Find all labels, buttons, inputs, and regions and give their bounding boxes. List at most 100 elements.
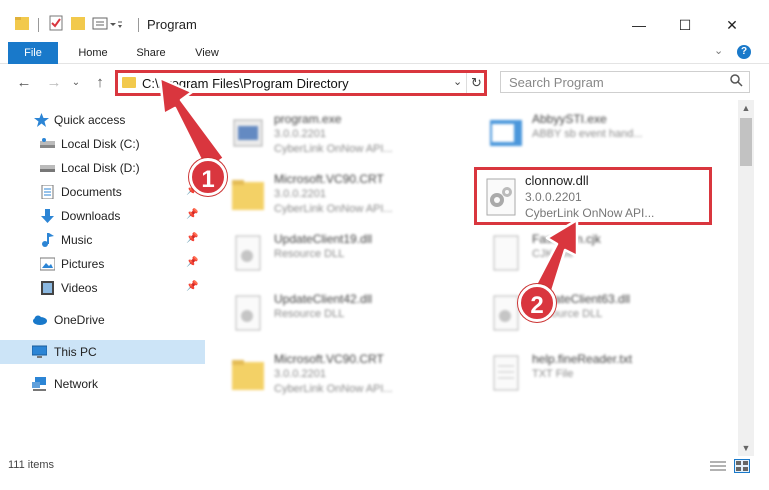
list-item[interactable]: AbbyySTI.exe ABBY sb event hand... [468, 106, 718, 166]
tab-home[interactable]: Home [70, 42, 116, 64]
drive-icon [40, 138, 55, 148]
tab-view[interactable]: View [184, 42, 230, 64]
scrollbar-thumb[interactable] [740, 118, 752, 166]
recent-locations-button[interactable]: ⌄ [66, 72, 86, 92]
window-title: Program [147, 17, 197, 32]
up-button[interactable]: ↑ [90, 72, 110, 92]
list-item[interactable]: FastScan.cjk CJK File [468, 226, 718, 286]
list-item[interactable]: Microsoft.VC90.CRT 3.0.0.2201 CyberLink … [210, 166, 460, 226]
executable-icon [490, 120, 522, 146]
file-name: AbbyySTI.exe [532, 112, 607, 126]
tab-file[interactable]: File [8, 42, 58, 64]
forward-arrow-icon: → [46, 73, 62, 91]
pin-icon[interactable]: 📌 [186, 209, 198, 220]
file-version: 3.0.0.2201 [525, 190, 582, 204]
list-item[interactable]: program.exe 3.0.0.2201 CyberLink OnNow A… [210, 106, 460, 166]
sidebar-item-onedrive[interactable]: OneDrive [0, 308, 205, 332]
close-button[interactable]: ✕ [712, 10, 752, 40]
tab-share[interactable]: Share [128, 42, 174, 64]
item-count: 111 items [8, 459, 55, 471]
file-name: clonnow.dll [525, 173, 589, 188]
sidebar-item-network[interactable]: Network [0, 372, 205, 396]
file-description: CyberLink OnNow API... [525, 206, 655, 220]
forward-button[interactable]: → [44, 72, 64, 92]
sidebar-item-label: Videos [61, 281, 98, 295]
address-bar[interactable]: C:\Program Files\Program Directory ⌄ [115, 70, 487, 96]
drive-icon [40, 165, 55, 172]
sidebar-item-label: Local Disk (C:) [61, 137, 140, 151]
file-detail: 3.0.0.2201 [274, 368, 326, 380]
sidebar-item-label: Quick access [54, 113, 126, 127]
list-item[interactable]: Microsoft.VC90.CRT 3.0.0.2201 CyberLink … [210, 346, 460, 406]
network-icon [32, 377, 46, 391]
file-name: UpdateClient42.dll [274, 292, 373, 306]
file-name: FastScan.cjk [532, 232, 601, 246]
highlighted-file-item[interactable]: clonnow.dll 3.0.0.2201 CyberLink OnNow A… [474, 167, 712, 225]
folder-icon [122, 77, 136, 88]
list-item[interactable]: UpdateClient19.dll Resource DLL [210, 226, 460, 286]
details-view-icon[interactable] [710, 460, 726, 475]
sidebar-item-downloads[interactable]: Downloads 📌 [0, 204, 205, 228]
folder-icon [14, 14, 30, 34]
text-file-icon [493, 355, 519, 391]
customize-quick-access-icon[interactable] [92, 14, 122, 34]
chevron-down-icon[interactable]: ⌄ [453, 75, 462, 88]
new-folder-icon[interactable] [70, 14, 86, 34]
callout-2: 2 [518, 284, 556, 322]
file-list: program.exe 3.0.0.2201 CyberLink OnNow A… [210, 104, 738, 450]
sidebar-item-label: OneDrive [54, 313, 105, 327]
download-icon [41, 209, 54, 223]
list-item[interactable]: UpdateClient42.dll Resource DLL [210, 286, 460, 346]
ribbon: File Home Share View ⌄ ? [0, 42, 769, 64]
sidebar-item-documents[interactable]: Documents 📌 [0, 180, 205, 204]
sidebar-item-label: Documents [61, 185, 122, 199]
videos-icon [41, 281, 54, 295]
back-button[interactable]: ← [14, 72, 34, 92]
navigation-pane: Quick access Local Disk (C:) Local Disk … [0, 104, 205, 450]
search-input[interactable]: Search Program [500, 71, 750, 93]
sidebar-item-local-disk-d[interactable]: Local Disk (D:) [0, 156, 205, 180]
list-item[interactable]: help.fineReader.txt TXT File [468, 346, 718, 406]
sidebar-item-label: Pictures [61, 257, 105, 271]
file-detail: ABBY sb event hand... [532, 128, 643, 140]
file-detail: TXT File [532, 368, 574, 380]
sidebar-item-label: Network [54, 377, 99, 391]
sidebar-item-videos[interactable]: Videos 📌 [0, 276, 205, 300]
dll-gear-icon [486, 178, 516, 216]
expand-ribbon-icon[interactable]: ⌄ [714, 44, 723, 57]
sidebar-item-quick-access[interactable]: Quick access [0, 108, 205, 132]
sidebar-item-label: Local Disk (D:) [61, 161, 140, 175]
refresh-button[interactable]: ↻ [466, 73, 486, 93]
sidebar-item-this-pc[interactable]: This PC [0, 340, 205, 364]
file-detail: CJK File [532, 248, 574, 260]
maximize-button[interactable]: ☐ [665, 10, 705, 40]
file-name: Microsoft.VC90.CRT [274, 172, 384, 186]
cloud-icon [33, 315, 47, 325]
minimize-button[interactable]: — [619, 10, 659, 40]
sidebar-item-local-disk-c[interactable]: Local Disk (C:) [0, 132, 205, 156]
star-icon [34, 113, 49, 127]
file-detail: CyberLink OnNow API... [274, 143, 393, 155]
navigation-bar: ← → ⌄ ↑ C:\Program Files\Program Directo… [0, 64, 769, 100]
close-icon: ✕ [726, 16, 738, 33]
file-detail: 3.0.0.2201 [274, 128, 326, 140]
properties-icon[interactable] [48, 14, 64, 34]
up-arrow-icon: ↑ [96, 73, 104, 91]
pin-icon[interactable]: 📌 [186, 257, 198, 268]
pin-icon[interactable]: 📌 [186, 233, 198, 244]
file-name: Microsoft.VC90.CRT [274, 352, 384, 366]
list-item[interactable]: UpdateClient63.dll Resource DLL [468, 286, 718, 346]
large-icons-view-icon[interactable] [734, 459, 750, 473]
sidebar-item-pictures[interactable]: Pictures 📌 [0, 252, 205, 276]
file-detail: 3.0.0.2201 [274, 188, 326, 200]
folder-icon [232, 180, 264, 210]
chevron-down-icon: ⌄ [71, 76, 81, 88]
scroll-down-icon[interactable]: ▼ [738, 440, 754, 456]
file-name: help.fineReader.txt [532, 352, 633, 366]
help-icon[interactable]: ? [737, 45, 751, 59]
computer-icon [32, 345, 47, 358]
scroll-up-icon[interactable]: ▲ [738, 100, 754, 116]
explorer-window: Program — ☐ ✕ File Home Share View ⌄ ? ←… [0, 0, 769, 490]
sidebar-item-music[interactable]: Music 📌 [0, 228, 205, 252]
pin-icon[interactable]: 📌 [186, 281, 198, 292]
